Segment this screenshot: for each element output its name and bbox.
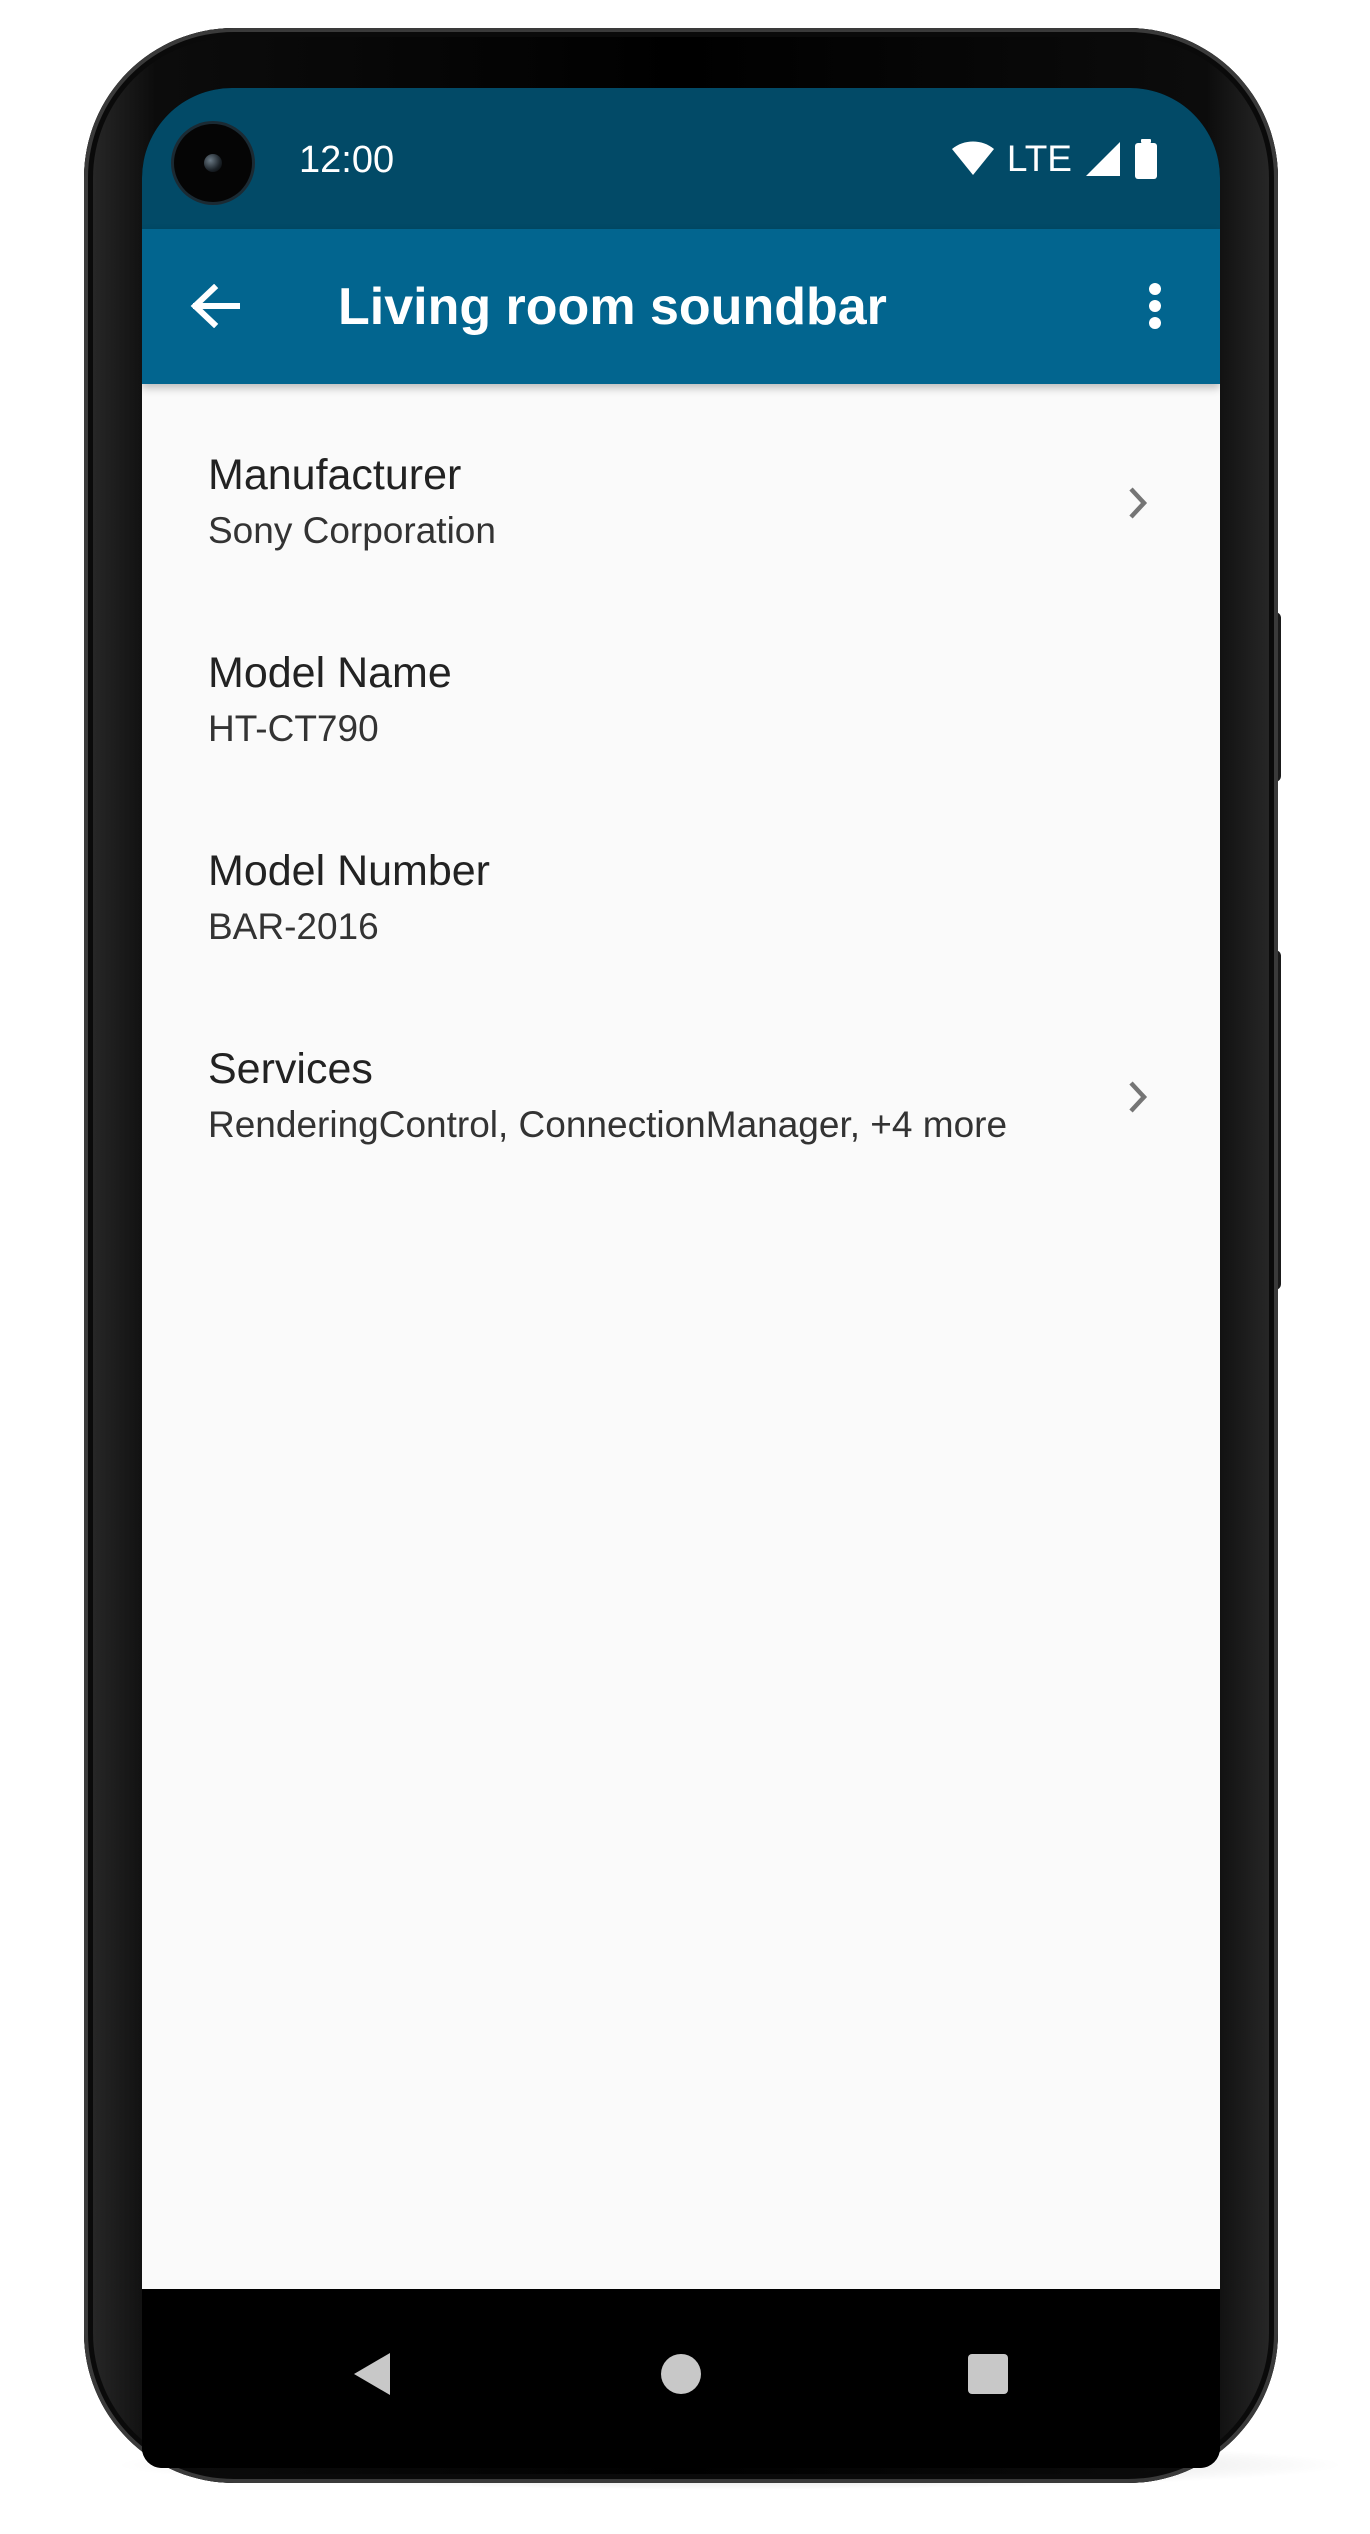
list-item-value: HT-CT790 — [208, 708, 379, 749]
signal-icon — [1086, 142, 1120, 176]
list-item-title: Manufacturer — [208, 451, 462, 499]
list-item-model-number: Model Number BAR-2016 — [142, 780, 1220, 978]
list-item-value: Sony Corporation — [208, 510, 496, 551]
nav-back-button[interactable] — [327, 2329, 417, 2419]
status-icons: LTE — [951, 134, 1158, 184]
recents-square-icon — [968, 2354, 1008, 2394]
home-circle-icon — [661, 2354, 701, 2394]
list-item-manufacturer[interactable]: Manufacturer Sony Corporation — [142, 384, 1220, 582]
list-item-value: RenderingControl, ConnectionManager, +4 … — [208, 1104, 1008, 1145]
more-vert-icon — [1149, 283, 1161, 329]
back-button[interactable] — [180, 271, 250, 341]
front-camera — [174, 124, 252, 202]
network-type-label: LTE — [1006, 138, 1072, 179]
page-title: Living room soundbar — [338, 278, 887, 336]
app-bar: Living room soundbar — [142, 229, 1220, 384]
screen: 12:00 LTE Living room soundbar Manufactu… — [142, 88, 1220, 2468]
status-time: 12:00 — [299, 139, 395, 181]
nav-home-button[interactable] — [636, 2329, 726, 2419]
chevron-right-icon — [1118, 478, 1158, 528]
overflow-menu-button[interactable] — [1120, 271, 1190, 341]
status-bar: 12:00 LTE — [142, 88, 1220, 229]
chevron-right-icon — [1118, 1072, 1158, 1122]
wifi-icon — [951, 141, 994, 175]
battery-icon — [1135, 139, 1157, 179]
arrow-back-icon — [190, 284, 240, 328]
nav-recents-button[interactable] — [943, 2329, 1033, 2419]
details-list: Manufacturer Sony Corporation Model Name… — [142, 384, 1220, 2289]
list-item-services[interactable]: Services RenderingControl, ConnectionMan… — [142, 978, 1220, 1176]
list-item-title: Services — [208, 1045, 373, 1093]
list-item-title: Model Number — [208, 847, 490, 895]
back-triangle-icon — [354, 2353, 390, 2395]
list-item-model-name: Model Name HT-CT790 — [142, 582, 1220, 780]
system-nav-bar — [142, 2289, 1220, 2468]
list-item-value: BAR-2016 — [208, 906, 379, 947]
list-item-title: Model Name — [208, 649, 452, 697]
device-stage: 12:00 LTE Living room soundbar Manufactu… — [0, 0, 1370, 2534]
